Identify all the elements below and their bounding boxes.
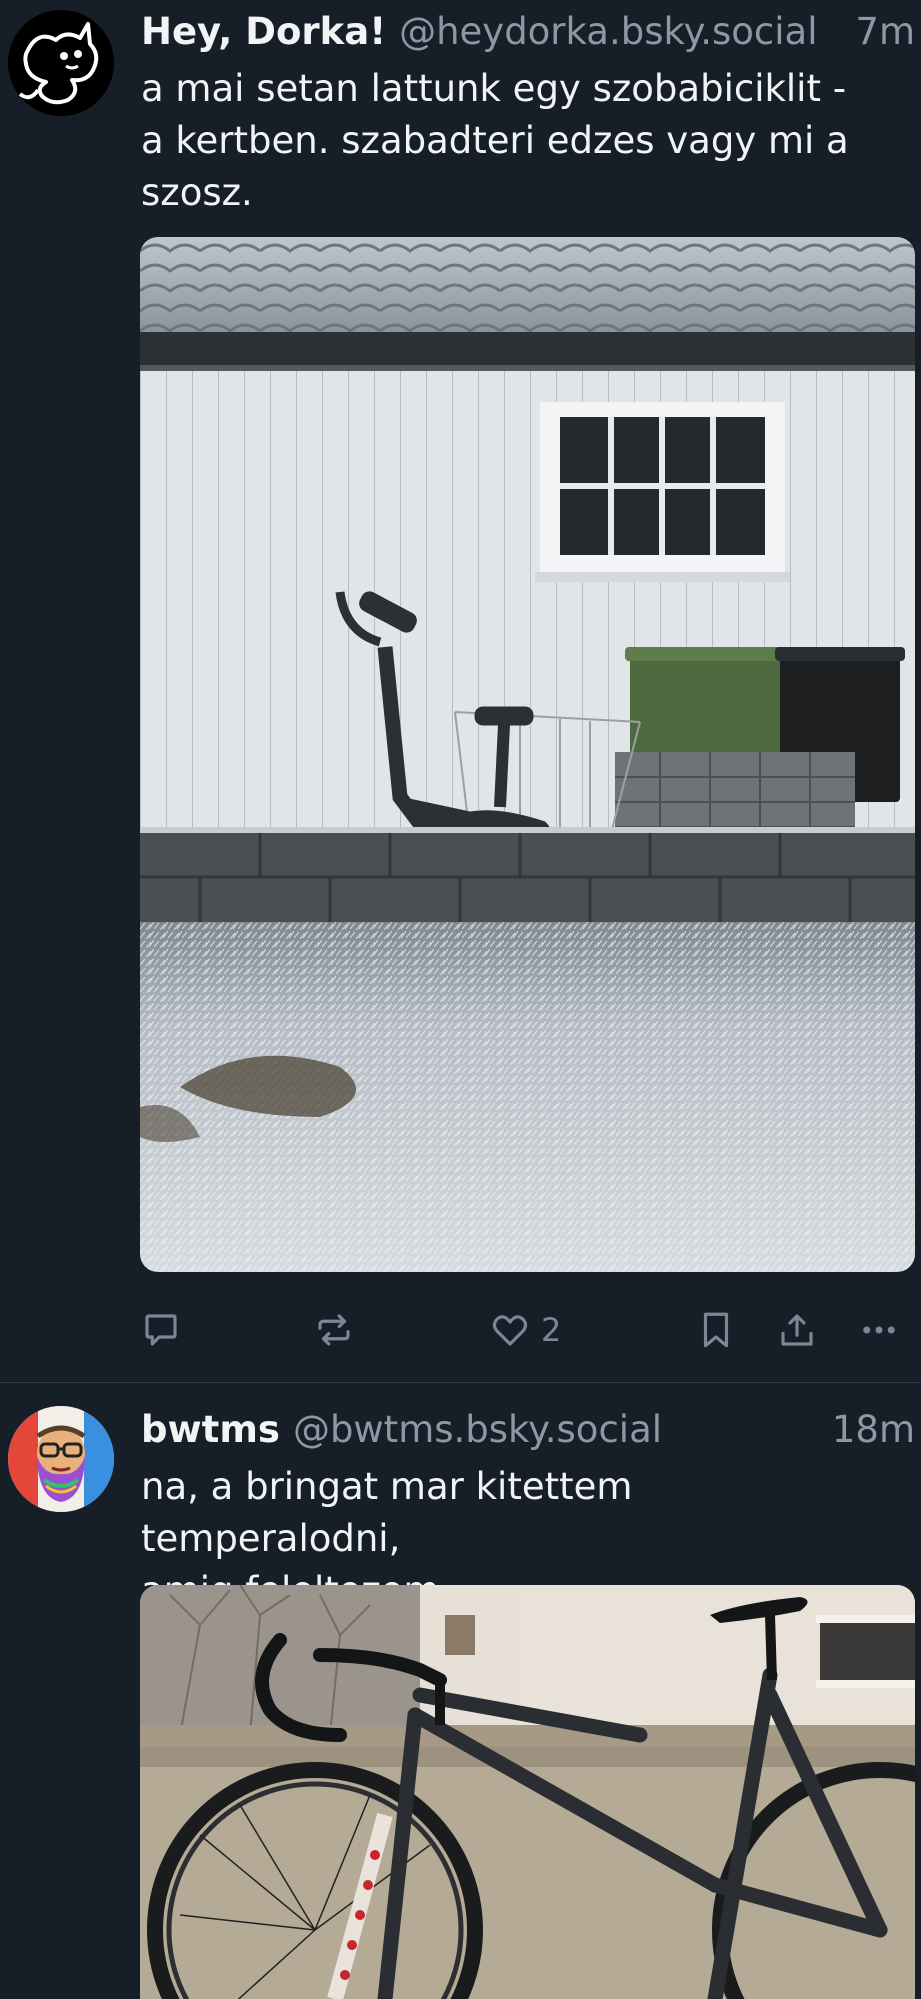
exercise-bike-photo [140, 237, 915, 1272]
like-count: 2 [541, 1311, 562, 1349]
post-image[interactable] [140, 237, 915, 1272]
display-name[interactable]: bwtms [141, 1408, 280, 1451]
repost-button[interactable] [313, 1305, 355, 1355]
display-name[interactable]: Hey, Dorka! [141, 10, 386, 53]
bookmark-button[interactable] [695, 1305, 737, 1355]
more-options-button[interactable] [858, 1305, 900, 1355]
post-bwtms[interactable]: bwtms @bwtms.bsky.social 18m na, a bring… [0, 1383, 921, 1999]
reply-button[interactable] [140, 1305, 182, 1355]
share-button[interactable] [776, 1305, 818, 1355]
handle[interactable]: @bwtms.bsky.social [293, 1408, 662, 1451]
bookmark-icon [703, 1312, 729, 1348]
timestamp[interactable]: 18m [832, 1408, 915, 1451]
timestamp[interactable]: 7m [855, 10, 915, 53]
bearded-man-avatar-icon [8, 1406, 114, 1512]
like-button[interactable]: 2 [489, 1305, 561, 1355]
handle[interactable]: @heydorka.bsky.social [399, 10, 817, 53]
post-header: bwtms @bwtms.bsky.social 18m [141, 1403, 915, 1455]
post-actions: 2 [140, 1305, 921, 1355]
post-header: Hey, Dorka! @heydorka.bsky.social 7m [141, 5, 915, 57]
heart-icon [492, 1315, 528, 1346]
repost-icon [318, 1314, 350, 1346]
more-icon [863, 1326, 895, 1334]
road-bike-photo [140, 1585, 915, 1999]
post-text: a mai setan lattunk egy szobabiciklit - … [141, 67, 849, 214]
post-image[interactable] [140, 1585, 915, 1999]
avatar[interactable] [8, 1406, 114, 1512]
reply-icon [145, 1314, 177, 1346]
cat-avatar-icon [8, 10, 114, 116]
share-icon [781, 1314, 813, 1346]
post-heydorka[interactable]: Hey, Dorka! @heydorka.bsky.social 7m a m… [0, 0, 921, 1383]
avatar[interactable] [8, 10, 114, 116]
